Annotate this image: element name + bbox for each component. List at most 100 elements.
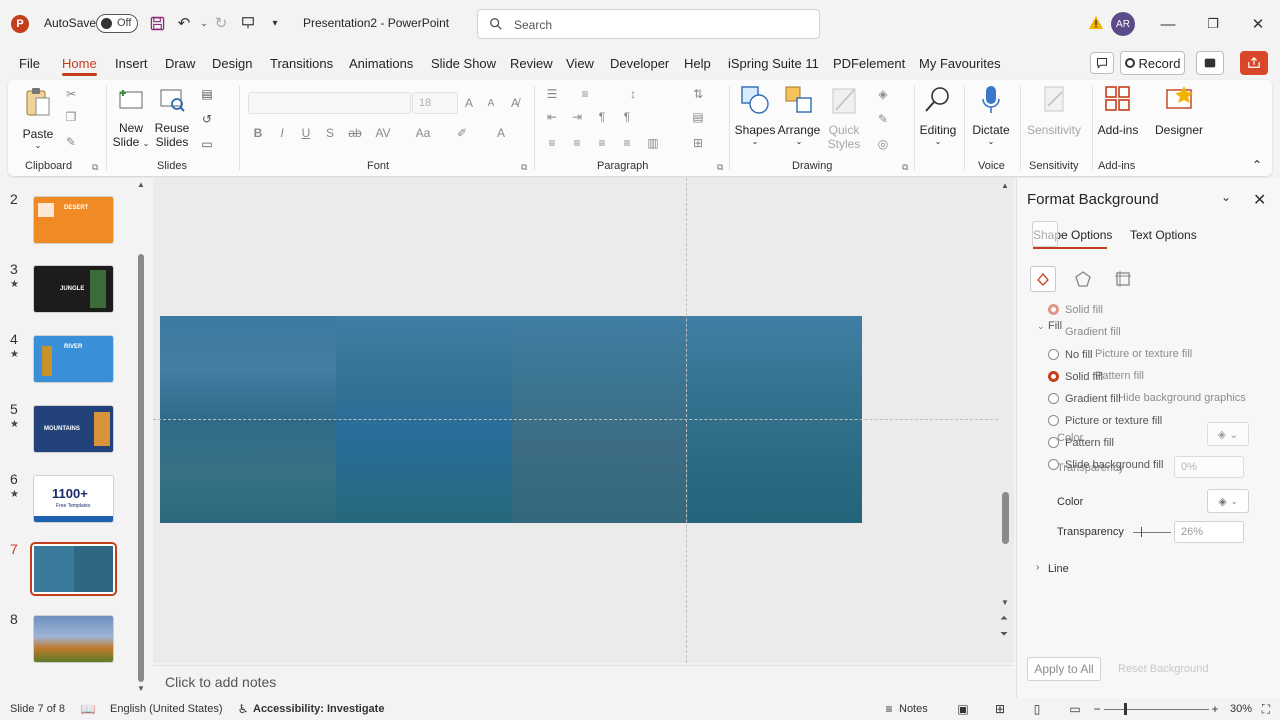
ltr-icon[interactable]: ¶	[618, 108, 636, 126]
color-picker-button[interactable]: ◈ ⌄	[1207, 489, 1249, 513]
paste-button[interactable]: Paste ⌄	[22, 86, 54, 150]
slide-scroll-down-icon[interactable]: ▼	[1001, 598, 1009, 607]
sensitivity-button[interactable]: Sensitivity	[1024, 84, 1084, 137]
tab-pdfelement[interactable]: PDFelement	[833, 56, 905, 71]
font-family-input[interactable]	[248, 92, 411, 114]
smartart-icon[interactable]: ⊞	[689, 134, 707, 152]
accessibility-status[interactable]: Accessibility: Investigate	[253, 703, 384, 715]
shapes-button[interactable]: Shapes ⌄	[734, 84, 776, 146]
fit-slide-icon[interactable]: ⛶	[1258, 701, 1274, 717]
tab-slide-show[interactable]: Slide Show	[431, 56, 496, 71]
columns-icon[interactable]: ▥	[644, 134, 662, 152]
scroll-up-icon[interactable]: ▲	[137, 180, 145, 189]
slide-thumbnail-7[interactable]	[30, 542, 117, 596]
tab-ispring[interactable]: iSpring Suite 11	[728, 56, 819, 71]
reset-icon[interactable]: ↺	[198, 110, 216, 128]
increase-font-icon[interactable]: A	[460, 94, 478, 112]
radio-solid-fill[interactable]	[1048, 371, 1059, 382]
bold-icon[interactable]: B	[249, 124, 267, 142]
text-direction-icon[interactable]: ⇅	[689, 85, 707, 103]
option-solid-fill[interactable]: Solid fill	[1065, 371, 1103, 383]
tab-developer[interactable]: Developer	[610, 56, 669, 71]
tab-draw[interactable]: Draw	[165, 56, 195, 71]
dictate-button[interactable]: Dictate ⌄	[970, 84, 1012, 146]
zoom-level[interactable]: 30%	[1230, 703, 1252, 715]
slide-thumbnail-5[interactable]: MOUNTAINS	[33, 405, 114, 453]
bullets-icon[interactable]: ☰	[543, 85, 561, 103]
save-icon[interactable]	[148, 14, 166, 32]
decrease-indent-icon[interactable]: ⇤	[543, 108, 561, 126]
collapse-ribbon-icon[interactable]: ⌃	[1252, 158, 1262, 172]
present-icon[interactable]	[239, 14, 257, 32]
format-painter-icon[interactable]: ✎	[62, 133, 80, 151]
avatar[interactable]: AR	[1111, 12, 1135, 36]
quick-styles-button[interactable]: Quick Styles	[823, 84, 865, 151]
slide-scroll-up-icon[interactable]: ▲	[1001, 181, 1009, 190]
language[interactable]: English (United States)	[110, 703, 223, 715]
pane-close-icon[interactable]: ✕	[1253, 190, 1266, 210]
line-expand-icon[interactable]: ›	[1036, 562, 1039, 573]
picture-icon[interactable]	[1110, 266, 1136, 292]
restore-icon[interactable]: ❐	[1201, 12, 1225, 36]
tab-insert[interactable]: Insert	[115, 56, 148, 71]
increase-indent-icon[interactable]: ⇥	[568, 108, 586, 126]
transparency-field[interactable]: 26%	[1174, 521, 1244, 543]
effects-icon[interactable]	[1070, 266, 1096, 292]
thumbnail-scrollbar[interactable]	[138, 254, 144, 682]
reading-view-icon[interactable]: ▯	[1029, 701, 1045, 717]
line-section-header[interactable]: Line	[1048, 563, 1069, 575]
section-icon[interactable]: ▭	[198, 135, 216, 153]
cut-icon[interactable]: ✂	[62, 85, 80, 103]
slide-thumbnail-3[interactable]: JUNGLE	[33, 265, 114, 313]
comments-button[interactable]	[1090, 52, 1114, 74]
highlight-icon[interactable]: ✐	[453, 124, 471, 142]
tab-view[interactable]: View	[566, 56, 594, 71]
shape-fill-icon[interactable]: ◈	[874, 85, 892, 103]
tab-file[interactable]: File	[19, 56, 40, 71]
option-no-fill[interactable]: No fill	[1065, 349, 1093, 361]
fill-section-header[interactable]: Fill	[1048, 320, 1062, 332]
tab-review[interactable]: Review	[510, 56, 553, 71]
underline-icon[interactable]: U	[297, 124, 315, 142]
align-text-icon[interactable]: ▤	[689, 108, 707, 126]
tab-text-options[interactable]: Text Options	[1130, 228, 1197, 242]
minimize-icon[interactable]: —	[1156, 12, 1180, 36]
slide-thumbnail-8[interactable]	[33, 615, 114, 663]
option-slide-background-fill[interactable]: Slide background fill	[1065, 459, 1163, 471]
autosave-toggle[interactable]: Off	[96, 14, 138, 33]
radio-pattern-fill[interactable]	[1048, 437, 1059, 448]
font-color-icon[interactable]: A	[492, 124, 510, 142]
slide-thumbnail-4[interactable]: RIVER	[33, 335, 114, 383]
zoom-in-icon[interactable]: +	[1207, 701, 1223, 717]
zoom-slider[interactable]	[1104, 709, 1209, 710]
align-right-icon[interactable]: ≡	[593, 134, 611, 152]
fill-expand-icon[interactable]: ⌄	[1037, 321, 1045, 332]
new-slide-button[interactable]: New Slide ⌄	[112, 86, 150, 149]
slide-thumbnail-6[interactable]: 1100+ Free Templates	[33, 475, 114, 523]
search-box[interactable]: Search	[477, 9, 820, 39]
redo-icon[interactable]: ↻	[212, 14, 230, 32]
tab-help[interactable]: Help	[684, 56, 711, 71]
fill-line-icon[interactable]	[1030, 266, 1056, 292]
next-slide-icon[interactable]: ⏷	[1000, 629, 1008, 640]
pane-options-icon[interactable]: ⌄	[1221, 190, 1231, 204]
scroll-down-icon[interactable]: ▼	[137, 684, 145, 693]
accessibility-icon[interactable]: ♿	[235, 701, 251, 717]
slideshow-view-icon[interactable]: ▭	[1067, 701, 1083, 717]
notes-button[interactable]: Notes	[899, 703, 928, 715]
font-size-input[interactable]: 18	[412, 92, 458, 114]
editing-button[interactable]: Editing ⌄	[917, 84, 959, 146]
decrease-font-icon[interactable]: A	[482, 94, 500, 112]
tab-transitions[interactable]: Transitions	[270, 56, 333, 71]
zoom-out-icon[interactable]: −	[1089, 701, 1105, 717]
align-center-icon[interactable]: ≡	[568, 134, 586, 152]
apply-to-all-button[interactable]: Apply to All	[1027, 657, 1101, 681]
tab-design[interactable]: Design	[212, 56, 252, 71]
radio-gradient-fill[interactable]	[1048, 393, 1059, 404]
arrange-button[interactable]: Arrange ⌄	[777, 84, 821, 146]
rtl-icon[interactable]: ¶	[593, 108, 611, 126]
reset-background-button[interactable]: Reset Background	[1118, 663, 1209, 675]
font-launcher-icon[interactable]: ⧉	[521, 162, 527, 173]
character-spacing-icon[interactable]: AV	[374, 124, 392, 142]
option-picture-fill[interactable]: Picture or texture fill	[1065, 415, 1162, 427]
